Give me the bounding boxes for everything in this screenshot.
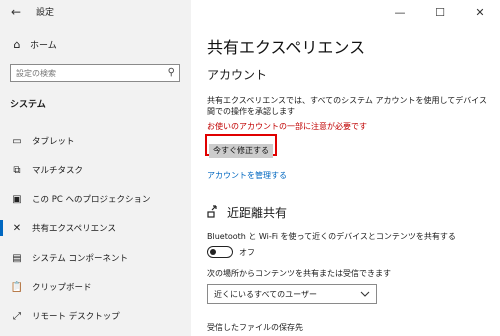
account-description: 共有エクスペリエンスでは、すべてのシステム アカウントを使用してデバイス間での操… [207, 96, 487, 116]
window-controls: — ☐ ✕ [380, 0, 500, 24]
manage-accounts-link[interactable]: アカウントを管理する [207, 170, 287, 181]
back-button[interactable]: ← [8, 4, 24, 20]
nav-home-label: ホーム [30, 41, 57, 51]
share-from-dropdown[interactable]: 近くにいるすべてのユーザー [207, 284, 377, 304]
app-title: 設定 [36, 8, 55, 18]
sidebar-item-label: システム コンポーネント [32, 254, 128, 264]
home-icon: ⌂ [13, 38, 21, 51]
chevron-down-icon [360, 290, 370, 299]
nearby-share-heading: 近距離共有 [207, 204, 287, 221]
nav-home[interactable]: ⌂ ホーム [10, 38, 57, 51]
tablet-icon: ▭ [12, 135, 22, 147]
nearby-share-icon [207, 204, 221, 221]
share-from-label: 次の場所からコンテンツを共有または受信できます [207, 269, 391, 278]
nearby-share-heading-label: 近距離共有 [227, 206, 288, 220]
sidebar-item-label: タブレット [32, 137, 75, 147]
sidebar-item-shared-experience[interactable]: ✕ 共有エクスペリエンス [0, 216, 191, 240]
search-icon[interactable]: ⚲ [168, 67, 175, 78]
sidebar-item-label: リモート デスクトップ [32, 312, 120, 322]
search-input[interactable] [16, 67, 156, 79]
share-from-value: 近くにいるすべてのユーザー [214, 289, 317, 299]
toggle-state-label: オフ [239, 247, 255, 257]
save-location-label: 受信したファイルの保存先 [207, 323, 303, 332]
components-icon: ▤ [12, 252, 22, 264]
nearby-share-description: Bluetooth と Wi-Fi を使って近くのデバイスとコンテンツを共有する [207, 232, 456, 241]
sidebar-item-label: マルチタスク [32, 166, 84, 176]
sidebar-item-remote-desktop[interactable]: ⤢ リモート デスクトップ [0, 304, 191, 328]
sidebar-item-label: クリップボード [32, 283, 92, 293]
sidebar-item-tablet[interactable]: ▭ タブレット [0, 129, 191, 153]
sidebar: ⌂ ホーム ⚲ システム ▭ タブレット ⧉ マルチタスク ▣ この PC への… [0, 0, 191, 336]
close-button[interactable]: ✕ [460, 0, 500, 24]
fix-button-highlight: 今すぐ修正する [205, 134, 277, 158]
sidebar-item-system-components[interactable]: ▤ システム コンポーネント [0, 246, 191, 270]
account-warning: お使いのアカウントの一部に注意が必要です [207, 122, 367, 131]
shared-experience-icon: ✕ [12, 222, 22, 234]
account-heading: アカウント [207, 68, 268, 82]
nearby-share-toggle[interactable] [207, 246, 233, 258]
sidebar-item-projection[interactable]: ▣ この PC へのプロジェクション [0, 187, 191, 211]
search-box[interactable]: ⚲ [10, 64, 180, 82]
section-label: システム [10, 100, 46, 110]
page-title: 共有エクスペリエンス [207, 38, 366, 57]
maximize-button[interactable]: ☐ [420, 0, 460, 24]
multitask-icon: ⧉ [13, 164, 21, 176]
clipboard-icon: 📋 [10, 281, 24, 293]
sidebar-item-label: この PC へのプロジェクション [32, 195, 151, 205]
project-icon: ▣ [12, 193, 22, 205]
toggle-knob [210, 248, 216, 255]
main-content: 共有エクスペリエンス アカウント 共有エクスペリエンスでは、すべてのシステム ア… [191, 0, 500, 336]
fix-now-button[interactable]: 今すぐ修正する [209, 143, 273, 158]
titlebar: ← 設定 — ☐ ✕ [0, 0, 500, 24]
minimize-button[interactable]: — [380, 0, 420, 24]
sidebar-item-clipboard[interactable]: 📋 クリップボード [0, 275, 191, 299]
settings-window: ⌂ ホーム ⚲ システム ▭ タブレット ⧉ マルチタスク ▣ この PC への… [0, 0, 500, 336]
sidebar-item-label: 共有エクスペリエンス [32, 224, 116, 234]
nearby-share-toggle-row: オフ [207, 246, 255, 258]
sidebar-item-multitask[interactable]: ⧉ マルチタスク [0, 158, 191, 182]
remote-desktop-icon: ⤢ [13, 310, 21, 322]
